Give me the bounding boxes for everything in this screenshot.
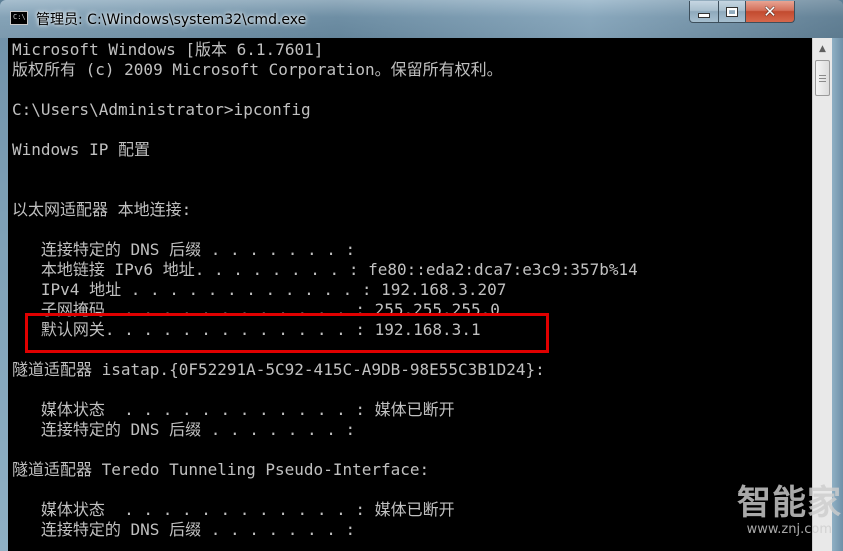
minimize-icon	[698, 13, 710, 18]
cmd-window: C:\ 管理员: C:\Windows\system32\cmd.exe ✕ M…	[0, 0, 843, 551]
grip-line	[819, 75, 826, 76]
cmd-icon-text: C:\	[13, 13, 26, 21]
scroll-thumb[interactable]	[815, 60, 830, 96]
console-line: 隧道适配器 Teredo Tunneling Pseudo-Interface:	[12, 460, 430, 479]
title-bar[interactable]: C:\ 管理员: C:\Windows\system32\cmd.exe ✕	[0, 0, 843, 38]
console-line: Microsoft Windows [版本 6.1.7601]	[12, 40, 324, 59]
watermark-site: www.znj.com	[746, 522, 832, 537]
default-gateway-highlight	[25, 313, 549, 353]
console-line: 媒体状态 . . . . . . . . . . . . : 媒体已断开	[12, 500, 455, 519]
console-line: C:\Users\Administrator>ipconfig	[12, 100, 311, 119]
grip-line	[819, 81, 826, 82]
close-button[interactable]: ✕	[745, 1, 795, 23]
console-line: 版权所有 (c) 2009 Microsoft Corporation。保留所有…	[12, 60, 503, 79]
close-icon: ✕	[763, 1, 777, 21]
console-line: IPv4 地址 . . . . . . . . . . . . : 192.16…	[12, 280, 507, 299]
window-title: 管理员: C:\Windows\system32\cmd.exe	[36, 12, 307, 28]
console-line: 以太网适配器 本地连接:	[12, 200, 192, 219]
console-line: 连接特定的 DNS 后缀 . . . . . . . :	[12, 240, 356, 259]
console-line: 隧道适配器 isatap.{0F52291A-5C92-415C-A9DB-98…	[12, 360, 545, 379]
cmd-app-icon[interactable]: C:\	[10, 11, 28, 25]
grip-line	[819, 78, 826, 79]
scroll-up-icon[interactable]: ▲	[814, 40, 831, 57]
console-line: 媒体状态 . . . . . . . . . . . . : 媒体已断开	[12, 400, 455, 419]
vertical-scrollbar[interactable]: ▲	[812, 38, 832, 551]
maximize-icon	[726, 6, 738, 17]
watermark-brand: 智能家	[737, 483, 842, 523]
console-output[interactable]: Microsoft Windows [版本 6.1.7601] 版权所有 (c)…	[8, 38, 812, 551]
minimize-button[interactable]	[689, 1, 719, 23]
maximize-button[interactable]	[718, 1, 746, 23]
console-line: Windows IP 配置	[12, 140, 150, 159]
console-line: 连接特定的 DNS 后缀 . . . . . . . :	[12, 520, 356, 539]
window-frame-right	[832, 38, 843, 551]
console-line: 连接特定的 DNS 后缀 . . . . . . . :	[12, 420, 356, 439]
console-line: 本地链接 IPv6 地址. . . . . . . . : fe80::eda2…	[12, 260, 638, 279]
watermark-logo: 智能家 www.znj.com	[732, 484, 842, 546]
